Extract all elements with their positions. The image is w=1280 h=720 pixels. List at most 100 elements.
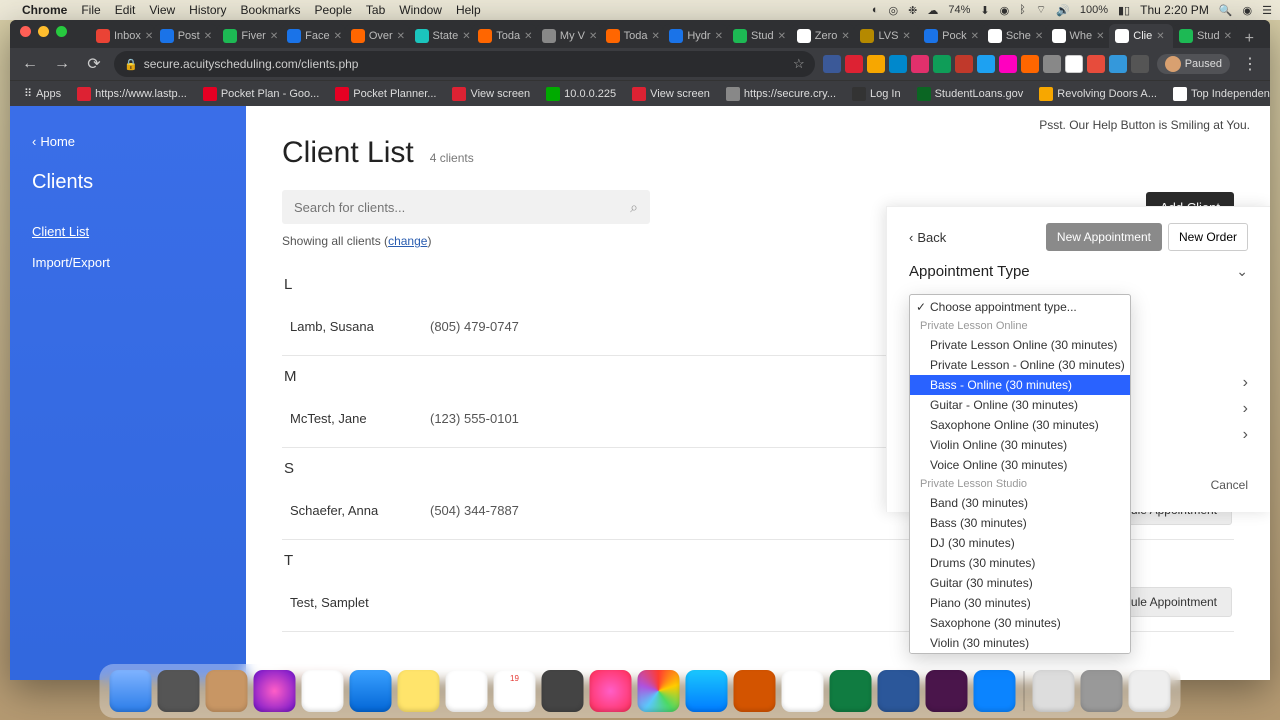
dock-app-launchpad[interactable] <box>158 670 200 712</box>
bookmark-item[interactable]: Log In <box>846 85 907 103</box>
bluetooth-icon[interactable]: ᛒ <box>1019 4 1026 16</box>
extension-icon[interactable] <box>845 55 863 73</box>
bookmark-item[interactable]: 10.0.0.225 <box>540 85 622 103</box>
spotlight-icon[interactable]: 🔍 <box>1219 4 1233 17</box>
dock-app-calendar[interactable]: 19 <box>494 670 536 712</box>
dock-app-notes[interactable] <box>398 670 440 712</box>
extension-icon[interactable] <box>955 55 973 73</box>
browser-tab[interactable]: Fiver✕ <box>217 24 281 48</box>
dock-app-chrome[interactable] <box>782 670 824 712</box>
dropdown-option[interactable]: Private Lesson Online (30 minutes) <box>910 335 1130 355</box>
dock-app-photos[interactable] <box>638 670 680 712</box>
chrome-menu-button[interactable]: ⋮ <box>1238 54 1262 74</box>
dock-app-appstore[interactable] <box>686 670 728 712</box>
menu-view[interactable]: View <box>149 3 175 17</box>
menu-app-name[interactable]: Chrome <box>22 3 67 17</box>
close-window-button[interactable] <box>20 26 31 37</box>
browser-tab[interactable]: Stud✕ <box>1173 24 1237 48</box>
browser-tab[interactable]: Clie✕ <box>1109 24 1173 48</box>
menu-file[interactable]: File <box>81 3 100 17</box>
dropdown-option[interactable]: DJ (30 minutes) <box>910 533 1130 553</box>
dropdown-option[interactable]: Bass (30 minutes) <box>910 513 1130 533</box>
close-tab-icon[interactable]: ✕ <box>270 31 278 42</box>
dropdown-option[interactable]: Violin (30 minutes) <box>910 633 1130 653</box>
close-tab-icon[interactable]: ✕ <box>902 31 910 42</box>
menu-bookmarks[interactable]: Bookmarks <box>241 3 301 17</box>
dropdown-option[interactable]: Voice Online (30 minutes) <box>910 455 1130 475</box>
search-box[interactable]: ⌕ <box>282 190 650 224</box>
bookmark-item[interactable]: Revolving Doors A... <box>1033 85 1163 103</box>
dock-trash-icon[interactable] <box>1129 670 1171 712</box>
close-tab-icon[interactable]: ✕ <box>204 31 212 42</box>
dock-app-finder[interactable] <box>110 670 152 712</box>
dropdown-option[interactable]: Private Lesson - Online (30 minutes) <box>910 355 1130 375</box>
bookmark-item[interactable]: Top Independent... <box>1167 85 1270 103</box>
dock-app[interactable] <box>1033 670 1075 712</box>
maximize-window-button[interactable] <box>56 26 67 37</box>
new-tab-button[interactable]: + <box>1237 30 1262 48</box>
browser-tab[interactable]: Sche✕ <box>982 24 1046 48</box>
browser-tab[interactable]: Over✕ <box>345 24 409 48</box>
bookmark-item[interactable]: Pocket Planner... <box>329 85 442 103</box>
close-tab-icon[interactable]: ✕ <box>1096 31 1104 42</box>
close-tab-icon[interactable]: ✕ <box>334 31 342 42</box>
new-appointment-button[interactable]: New Appointment <box>1046 223 1162 251</box>
extension-icon[interactable] <box>1021 55 1039 73</box>
wifi-icon[interactable]: ⌔ <box>1036 3 1046 17</box>
menu-help[interactable]: Help <box>456 3 481 17</box>
dock-app-quicktime[interactable] <box>974 670 1016 712</box>
dropdown-option[interactable]: Saxophone Online (30 minutes) <box>910 415 1130 435</box>
menu-edit[interactable]: Edit <box>115 3 136 17</box>
extension-icon[interactable] <box>933 55 951 73</box>
extension-icon[interactable] <box>1131 55 1149 73</box>
close-tab-icon[interactable]: ✕ <box>589 31 597 42</box>
menubar-icon[interactable]: ☁ <box>927 4 938 17</box>
appointment-type-section[interactable]: Appointment Type ⌄ <box>909 263 1248 280</box>
close-tab-icon[interactable]: ✕ <box>651 31 659 42</box>
dropdown-option[interactable]: Voice (30 minutes) <box>910 653 1130 654</box>
menubar-icon[interactable]: ❉ <box>908 4 917 17</box>
dock-app-slack[interactable] <box>926 670 968 712</box>
dock-app-contacts[interactable] <box>206 670 248 712</box>
browser-tab[interactable]: Toda✕ <box>600 24 664 48</box>
showing-change-link[interactable]: change <box>388 234 427 248</box>
close-tab-icon[interactable]: ✕ <box>462 31 470 42</box>
browser-tab[interactable]: Post✕ <box>154 24 218 48</box>
browser-tab[interactable]: Inbox✕ <box>90 24 154 48</box>
extension-icon[interactable] <box>867 55 885 73</box>
close-tab-icon[interactable]: ✕ <box>971 31 979 42</box>
appointment-type-dropdown[interactable]: ✓ Choose appointment type... ▴▾ Choose a… <box>909 294 1248 318</box>
dock-app-safari[interactable] <box>350 670 392 712</box>
bookmark-item[interactable]: View screen <box>626 85 716 103</box>
extension-icon[interactable] <box>911 55 929 73</box>
close-tab-icon[interactable]: ✕ <box>778 31 786 42</box>
extension-icon[interactable] <box>1087 55 1105 73</box>
dock-app-settings[interactable] <box>542 670 584 712</box>
browser-tab[interactable]: Pock✕ <box>918 24 982 48</box>
extension-icon[interactable] <box>1043 55 1061 73</box>
volume-icon[interactable]: 🔊 <box>1056 4 1070 17</box>
profile-paused-pill[interactable]: Paused <box>1157 54 1230 74</box>
extension-icon[interactable] <box>1065 55 1083 73</box>
dropdown-option[interactable]: Guitar (30 minutes) <box>910 573 1130 593</box>
browser-tab[interactable]: Stud✕ <box>727 24 791 48</box>
dropdown-option[interactable]: Band (30 minutes) <box>910 493 1130 513</box>
search-input[interactable] <box>294 200 630 215</box>
menubar-clock[interactable]: Thu 2:20 PM <box>1140 3 1209 17</box>
close-tab-icon[interactable]: ✕ <box>1035 31 1043 42</box>
minimize-window-button[interactable] <box>38 26 49 37</box>
menubar-icon[interactable]: ◉ <box>1000 4 1010 17</box>
sidebar-item-import-export[interactable]: Import/Export <box>10 247 246 278</box>
sidebar-home-link[interactable]: ‹ Home <box>10 126 246 157</box>
close-tab-icon[interactable]: ✕ <box>1224 31 1232 42</box>
dock-app-excel[interactable] <box>830 670 872 712</box>
bookmark-item[interactable]: https://secure.cry... <box>720 85 842 103</box>
dropdown-option[interactable]: Drums (30 minutes) <box>910 553 1130 573</box>
extension-icon[interactable] <box>999 55 1017 73</box>
menubar-icon[interactable]: ◎ <box>889 4 899 17</box>
dropdown-option[interactable]: Piano (30 minutes) <box>910 593 1130 613</box>
browser-tab[interactable]: Toda✕ <box>472 24 536 48</box>
menu-tab[interactable]: Tab <box>366 3 385 17</box>
url-field[interactable]: 🔒 secure.acuityscheduling.com/clients.ph… <box>114 51 815 77</box>
dropdown-menu[interactable]: Choose appointment type...Private Lesson… <box>909 294 1131 654</box>
